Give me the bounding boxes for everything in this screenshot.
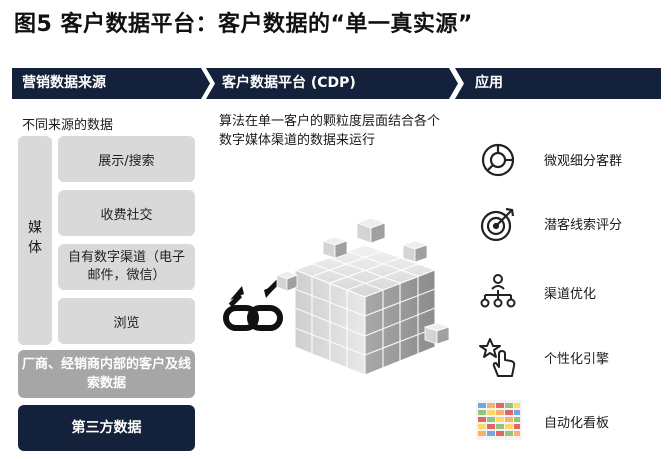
pie-chart-icon bbox=[481, 143, 515, 177]
channel-display-search: 展示/搜索 bbox=[58, 136, 195, 182]
app-label-automated-dashboard: 自动化看板 bbox=[544, 416, 610, 431]
app-label-micro-segmentation: 微观细分客群 bbox=[544, 154, 623, 169]
header-cdp: 客户数据平台 (CDP) bbox=[206, 68, 458, 99]
cdp-description: 算法在单一客户的颗粒度层面结合各个数字媒体渠道的数据来运行 bbox=[219, 114, 441, 148]
sources-label: 不同来源的数据 bbox=[22, 118, 114, 133]
channel-browsing: 浏览 bbox=[58, 298, 195, 344]
app-label-lead-scoring: 潜客线索评分 bbox=[544, 218, 623, 233]
third-party-data-box: 第三方数据 bbox=[18, 405, 195, 451]
figure-title: 图5 客户数据平台：客户数据的“单一真实源” bbox=[14, 12, 473, 37]
target-icon bbox=[480, 207, 515, 242]
media-char-2: 体 bbox=[28, 240, 42, 256]
app-label-channel-optimization: 渠道优化 bbox=[544, 287, 597, 302]
dealer-data-box: 厂商、经销商内部的客户及线索数据 bbox=[18, 350, 195, 398]
app-label-personalization-engine: 个性化引擎 bbox=[544, 352, 610, 367]
media-char-1: 媒 bbox=[28, 220, 42, 236]
header-applications: 应用 bbox=[455, 68, 661, 99]
network-icon bbox=[480, 274, 516, 308]
data-cube-graphic bbox=[275, 217, 451, 376]
media-label: 媒 体 bbox=[18, 218, 52, 258]
channel-owned-digital: 自有数字渠道（电子邮件，微信） bbox=[58, 244, 195, 290]
channel-paid-social: 收费社交 bbox=[58, 190, 195, 236]
hand-click-icon bbox=[479, 338, 516, 377]
header-marketing-sources: 营销数据来源 bbox=[12, 68, 210, 99]
media-group: 媒 体 bbox=[18, 136, 52, 345]
dashboard-heatmap-icon bbox=[476, 400, 522, 440]
